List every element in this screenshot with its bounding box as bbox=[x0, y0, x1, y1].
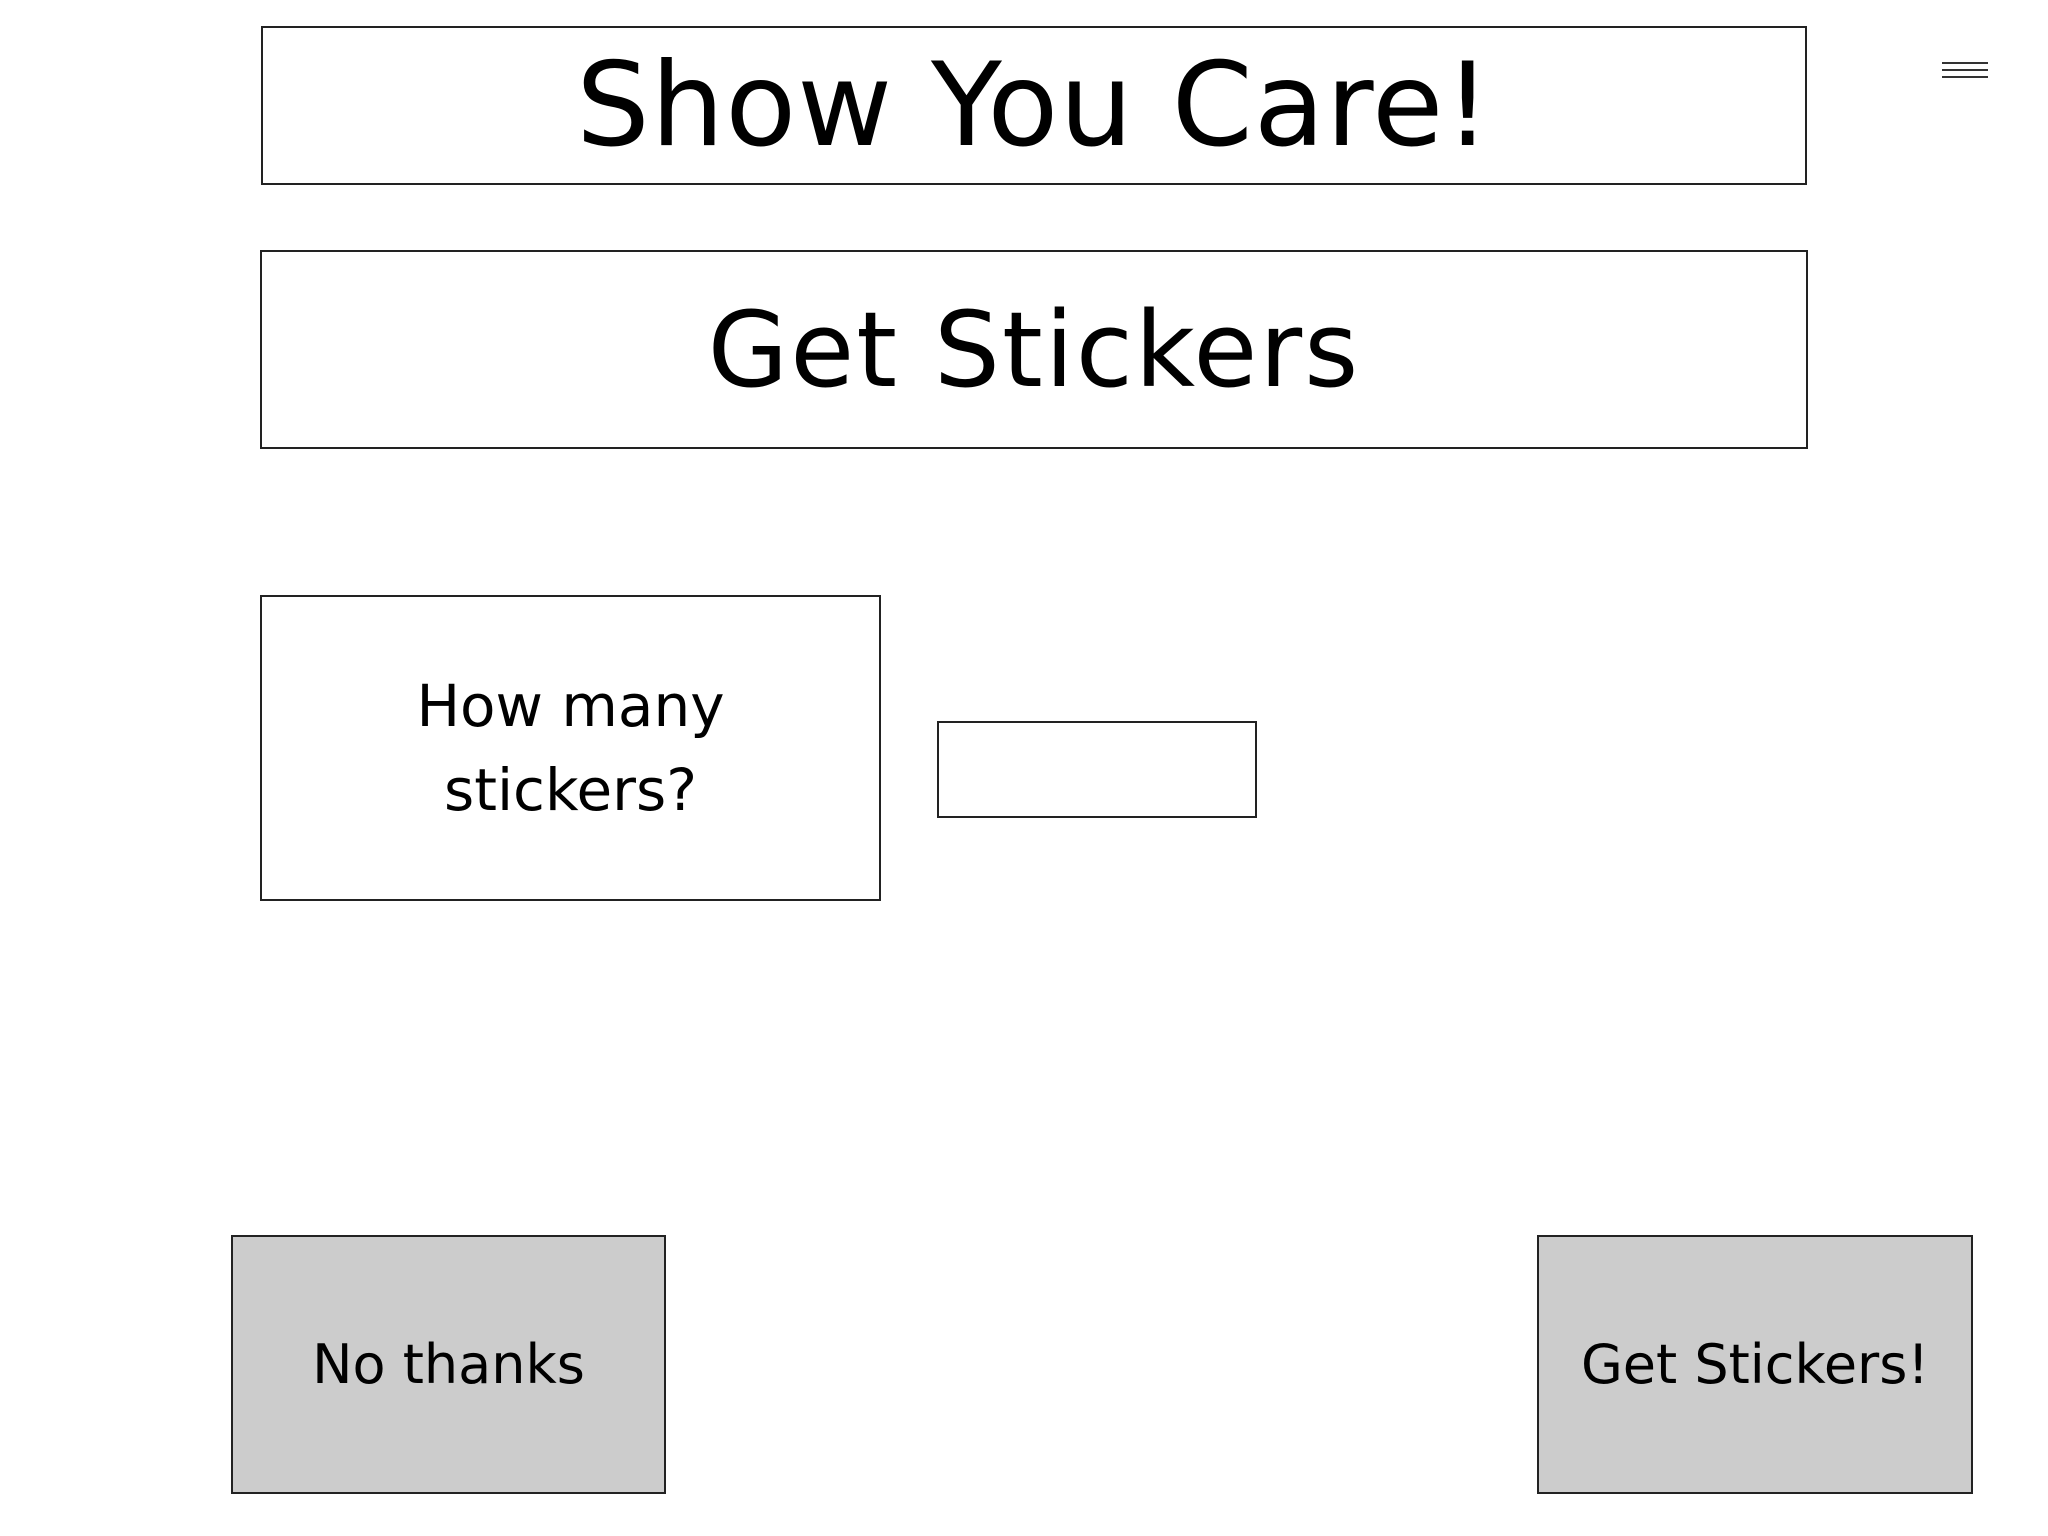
section-heading: Get Stickers bbox=[707, 288, 1361, 411]
no-thanks-button-label: No thanks bbox=[312, 1333, 585, 1396]
page-title: Show You Care! bbox=[576, 37, 1492, 173]
get-stickers-button[interactable]: Get Stickers! bbox=[1537, 1235, 1973, 1494]
sticker-count-input[interactable] bbox=[937, 721, 1257, 818]
menu-line-bottom bbox=[1942, 76, 1988, 78]
sticker-count-label: How many stickers? bbox=[416, 672, 725, 824]
page-title-box: Show You Care! bbox=[261, 26, 1807, 185]
get-stickers-button-label: Get Stickers! bbox=[1580, 1333, 1930, 1396]
hamburger-menu-icon[interactable] bbox=[1942, 62, 1988, 84]
no-thanks-button[interactable]: No thanks bbox=[231, 1235, 666, 1494]
menu-line-top bbox=[1942, 62, 1988, 64]
section-heading-box: Get Stickers bbox=[260, 250, 1808, 449]
menu-line-middle bbox=[1942, 69, 1988, 71]
sticker-count-label-box: How many stickers? bbox=[260, 595, 881, 901]
